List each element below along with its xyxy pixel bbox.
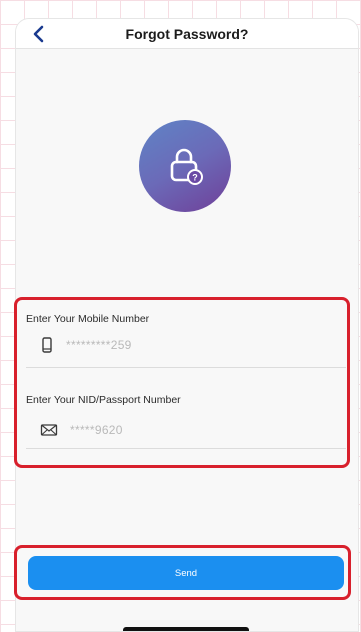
home-indicator [123,627,249,631]
form-highlight-box [14,297,350,468]
svg-text:?: ? [192,173,198,183]
lock-question-icon: ? [170,148,203,185]
lock-badge: ? [139,120,231,212]
page-title: Forgot Password? [125,26,249,42]
navigation-bar: Forgot Password? [16,19,358,49]
send-highlight-box [14,545,351,600]
